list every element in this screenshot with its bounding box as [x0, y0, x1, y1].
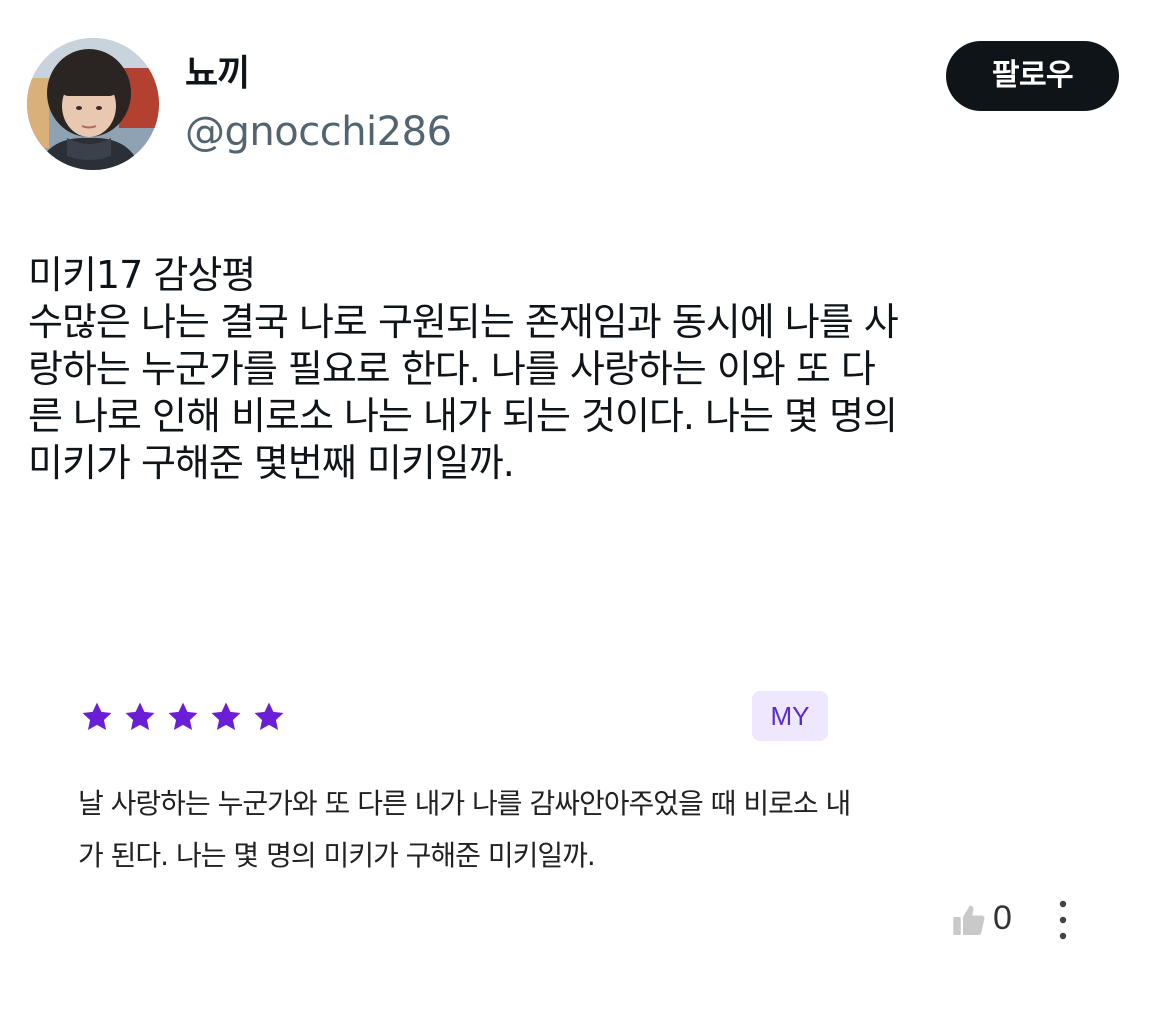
star-icon — [125, 702, 155, 731]
tweet-text: 미키17 감상평 수많은 나는 결국 나로 구원되는 존재임과 동시에 나를 사… — [28, 252, 1148, 487]
like-count: 0 — [993, 899, 1012, 937]
follow-button[interactable]: 팔로우 — [946, 41, 1119, 111]
handle[interactable]: @gnocchi286 — [185, 106, 452, 158]
my-badge: MY — [752, 691, 828, 741]
star-icon — [82, 702, 112, 731]
thumbs-up-icon[interactable] — [951, 902, 987, 938]
star-icon — [211, 702, 241, 731]
review-text: 날 사랑하는 누군가와 또 다른 내가 나를 감싸안아주었을 때 비로소 내 가… — [78, 778, 1108, 882]
review-card: MY 날 사랑하는 누군가와 또 다른 내가 나를 감싸안아주었을 때 비로소 … — [55, 670, 1115, 970]
star-icon — [254, 702, 284, 731]
display-name[interactable]: 뇨끼 — [185, 50, 250, 98]
tweet-line: 른 나로 인해 비로소 나는 내가 되는 것이다. 나는 몇 명의 — [28, 394, 898, 438]
star-icon — [168, 702, 198, 731]
avatar[interactable] — [27, 38, 159, 170]
tweet-line: 랑하는 누군가를 필요로 한다. 나를 사랑하는 이와 또 다 — [28, 347, 876, 391]
tweet-line: 수많은 나는 결국 나로 구원되는 존재임과 동시에 나를 사 — [28, 300, 899, 344]
more-vertical-icon[interactable] — [1051, 898, 1075, 942]
review-line: 가 된다. 나는 몇 명의 미키가 구해준 미키일까. — [78, 839, 596, 872]
star-rating — [80, 700, 286, 734]
review-line: 날 사랑하는 누군가와 또 다른 내가 나를 감싸안아주었을 때 비로소 내 — [78, 787, 851, 820]
tweet-line: 미키가 구해준 몇번째 미키일까. — [28, 441, 515, 485]
tweet-line: 미키17 감상평 — [28, 253, 256, 297]
